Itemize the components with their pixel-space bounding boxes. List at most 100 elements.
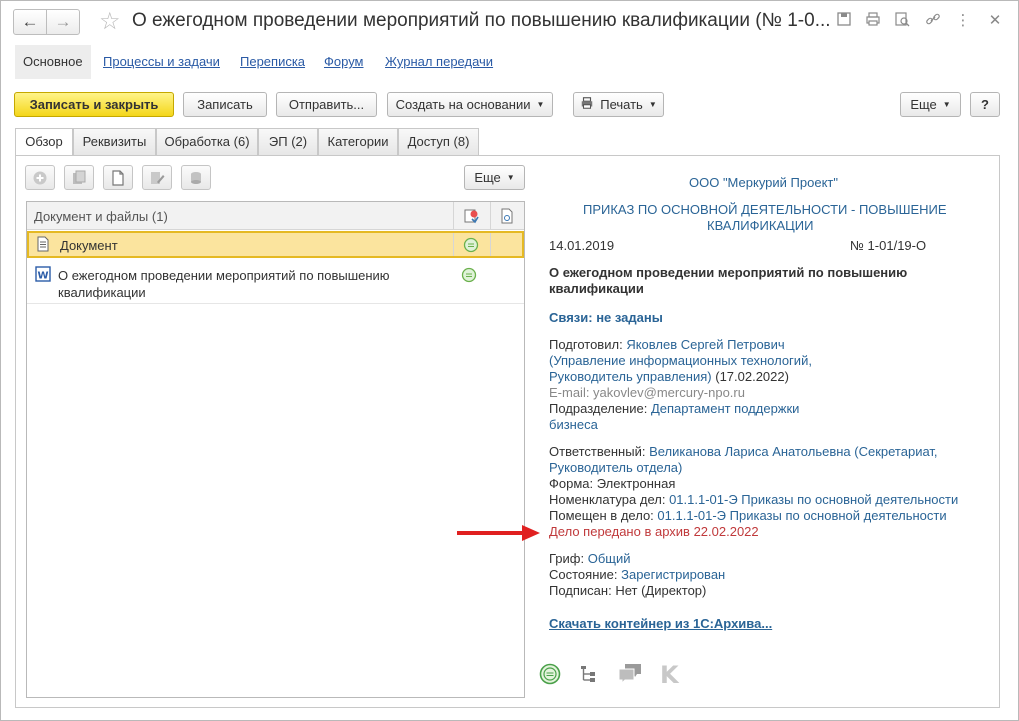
chevron-down-icon: ▼ (506, 173, 515, 182)
signature-green-icon[interactable] (539, 663, 561, 685)
svg-text:W: W (37, 271, 48, 282)
document-icon (37, 236, 49, 252)
prepared-dept-line-2[interactable]: Руководитель управления) (549, 369, 712, 384)
new-file-button[interactable] (103, 165, 133, 190)
responsible-row: Ответственный: Великанова Лариса Анатоль… (549, 444, 938, 460)
link-icon[interactable] (923, 11, 943, 31)
subject-line-1: О ежегодном проведении мероприятий по по… (549, 265, 908, 280)
section-transfer-log[interactable]: Журнал передачи (385, 45, 493, 79)
doc-type-line-1: ПРИКАЗ ПО ОСНОВНОЙ ДЕЯТЕЛЬНОСТИ - ПОВЫШЕ… (583, 202, 947, 217)
back-button[interactable]: ← (13, 9, 47, 35)
stack-file-button[interactable] (181, 165, 211, 190)
send-label: Отправить... (288, 97, 365, 112)
create-based-button[interactable]: Создать на основании ▼ (387, 92, 553, 117)
tab-categories[interactable]: Категории (318, 128, 398, 156)
copy-icon (73, 170, 86, 184)
tab-processing[interactable]: Обработка (6) (156, 128, 258, 156)
division-link-2[interactable]: бизнеса (549, 417, 598, 433)
column-divider (490, 202, 491, 229)
download-container-link[interactable]: Скачать контейнер из 1С:Архива... (549, 616, 772, 632)
nomenclature-link[interactable]: 01.1.1-01-Э Приказы по основной деятельн… (669, 492, 958, 507)
division-label: Подразделение: (549, 401, 648, 416)
save-close-button[interactable]: Записать и закрыть (14, 92, 174, 117)
more-label: Еще (910, 97, 937, 112)
state-row: Состояние: Зарегистрирован (549, 567, 725, 583)
signed-green-icon (463, 237, 479, 253)
prepared-name-link[interactable]: Яковлев Сергей Петрович (626, 337, 784, 352)
send-button[interactable]: Отправить... (276, 92, 377, 117)
organization-name: ООО "Меркурий Проект" (689, 175, 838, 190)
section-processes[interactable]: Процессы и задачи (103, 45, 220, 79)
state-link[interactable]: Зарегистрирован (621, 567, 725, 582)
tab-access[interactable]: Доступ (8) (398, 128, 479, 156)
tab-requisites[interactable]: Реквизиты (73, 128, 156, 156)
word-file-icon: W (35, 266, 51, 282)
structure-icon[interactable] (579, 664, 599, 684)
file-status-icon (501, 208, 513, 224)
document-date: 14.01.2019 (549, 238, 615, 253)
more-button[interactable]: Еще ▼ (900, 92, 961, 117)
files-more-label: Еще (474, 170, 501, 185)
form-row: Форма: Электронная (549, 476, 675, 492)
print-button[interactable]: Печать ▼ (573, 92, 664, 117)
save-button[interactable]: Записать (183, 92, 267, 117)
copy-file-button[interactable] (64, 165, 94, 190)
division-link-1[interactable]: Департамент поддержки (651, 401, 799, 416)
preview-icon[interactable] (892, 11, 912, 31)
grif-link[interactable]: Общий (588, 551, 631, 566)
k-letter-icon[interactable]: K (660, 661, 679, 689)
table-row[interactable]: Документ (27, 231, 524, 258)
prepared-label: Подготовил: (549, 337, 623, 352)
form-value: Электронная (596, 476, 676, 491)
nomenclature-row: Номенклатура дел: 01.1.1-01-Э Приказы по… (549, 492, 958, 508)
column-divider (453, 202, 454, 229)
save-disk-icon[interactable] (834, 11, 854, 31)
section-forum[interactable]: Форум (324, 45, 364, 79)
archive-status: Дело передано в архив 22.02.2022 (549, 524, 759, 539)
column-divider (453, 233, 454, 256)
form-label: Форма: (549, 476, 594, 491)
placed-label: Помещен в дело: (549, 508, 654, 523)
arrow-left-icon: ← (21, 12, 39, 31)
signed-value: Нет (Директор) (615, 583, 707, 598)
state-label: Состояние: (549, 567, 618, 582)
printer-icon (580, 96, 594, 113)
signed-label: Подписан: (549, 583, 612, 598)
section-main[interactable]: Основное (15, 45, 91, 79)
chevron-down-icon: ▼ (648, 100, 657, 109)
row-title: Документ (60, 238, 118, 253)
responsible-label: Ответственный: (549, 444, 646, 459)
help-button[interactable]: ? (970, 92, 1000, 117)
title-bar: ← → ☆ О ежегодном проведении мероприятий… (1, 1, 1018, 43)
more-dots-icon[interactable]: ⋮ (953, 11, 973, 31)
comments-icon[interactable] (617, 662, 643, 686)
table-row[interactable]: W О ежегодном проведении мероприятий по … (27, 260, 524, 304)
row-title-line-2: квалификации (58, 285, 146, 300)
placed-link[interactable]: 01.1.1-01-Э Приказы по основной деятельн… (657, 508, 946, 523)
document-number: № 1-01/19-О (850, 238, 927, 253)
signed-row: Подписан: Нет (Директор) (549, 583, 706, 599)
chevron-down-icon: ▼ (942, 100, 951, 109)
forward-button[interactable]: → (46, 9, 80, 35)
arrow-right-icon: → (54, 12, 72, 31)
print-icon[interactable] (863, 11, 883, 31)
add-file-button[interactable] (25, 165, 55, 190)
edit-file-button[interactable] (142, 165, 172, 190)
responsible-link-1[interactable]: Великанова Лариса Анатольевна (Секретари… (649, 444, 937, 459)
files-table-header: Документ и файлы (1) (27, 202, 524, 230)
responsible-link-2[interactable]: Руководитель отдела) (549, 460, 682, 476)
close-icon[interactable]: ✕ (985, 11, 1005, 31)
tab-signatures[interactable]: ЭП (2) (258, 128, 318, 156)
prepared-dept-line-1[interactable]: (Управление информационных технологий, (549, 353, 812, 369)
window-title: О ежегодном проведении мероприятий по по… (132, 10, 831, 31)
prepared-dept-row: Руководитель управления) (17.02.2022) (549, 369, 789, 385)
files-table[interactable]: Документ и файлы (1) Документ W О ежегод… (26, 201, 525, 698)
favorite-star-icon[interactable]: ☆ (99, 7, 121, 36)
section-correspondence[interactable]: Переписка (240, 45, 305, 79)
chevron-down-icon: ▼ (536, 100, 545, 109)
links-status[interactable]: Связи: не заданы (549, 310, 663, 326)
prepared-date: (17.02.2022) (715, 369, 789, 384)
print-label: Печать (600, 97, 643, 112)
files-more-button[interactable]: Еще ▼ (464, 165, 525, 190)
tab-overview[interactable]: Обзор (15, 128, 73, 157)
